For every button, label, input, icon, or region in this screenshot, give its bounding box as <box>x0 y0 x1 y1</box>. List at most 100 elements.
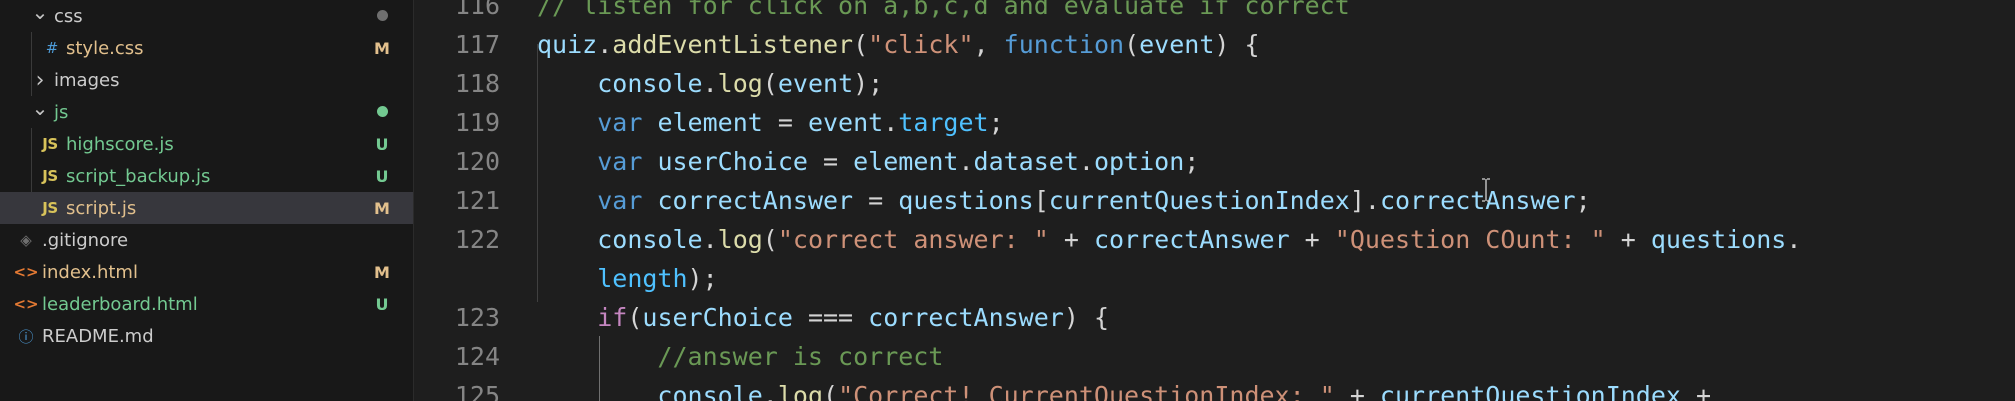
chevron-down-icon: ⌄ <box>31 0 49 24</box>
code-text[interactable]: console.log(event); <box>537 64 883 103</box>
line-number: 120 <box>454 147 500 176</box>
explorer-item-index-html[interactable]: <> index.html M <box>0 256 413 288</box>
indent-guide <box>599 336 600 401</box>
code-token: ( <box>823 381 839 401</box>
code-text[interactable]: //answer is correct <box>537 337 943 376</box>
line-number: 122 <box>454 225 500 254</box>
explorer-item-script-backup-js[interactable]: JS script_backup.js U <box>0 160 413 192</box>
js-file-icon: JS <box>42 135 58 153</box>
explorer-item-label: index.html <box>42 261 138 283</box>
code-token: "Correct! CurrentQuestionIndex: " <box>838 381 1335 401</box>
git-status-badge: U <box>375 294 389 314</box>
code-text[interactable]: length); <box>537 259 718 298</box>
explorer-item-label: leaderboard.html <box>42 293 198 315</box>
code-token: = <box>853 186 899 215</box>
code-text[interactable]: var correctAnswer = questions[currentQue… <box>537 181 1590 220</box>
code-token: questions <box>1650 225 1787 254</box>
code-token: target <box>898 108 989 137</box>
code-line[interactable]: 116 // listen for click on a,b,c,d and ev… <box>414 0 2015 25</box>
code-line[interactable]: 122 console.log("correct answer: " + cor… <box>414 220 2015 259</box>
explorer-item-leaderboard-html[interactable]: <> leaderboard.html U <box>0 288 413 320</box>
explorer-item-label: README.md <box>42 325 154 347</box>
code-token: currentQuestionIndex <box>1048 186 1350 215</box>
code-token: ) { <box>1214 30 1260 59</box>
line-number: 124 <box>454 342 500 371</box>
code-token: element <box>657 108 763 137</box>
git-status-badge: M <box>374 198 390 218</box>
code-token: log <box>777 381 823 401</box>
explorer-item-label: style.css <box>66 37 144 59</box>
code-token: ) { <box>1063 303 1109 332</box>
explorer-item-readme-md[interactable]: ⓘ README.md <box>0 320 413 352</box>
code-token: + <box>1334 381 1380 401</box>
code-line[interactable]: 120 var userChoice = element.dataset.opt… <box>414 142 2015 181</box>
code-token: , <box>973 30 1004 59</box>
explorer-item-css[interactable]: ⌄ css <box>0 0 413 32</box>
info-file-icon: ⓘ <box>18 327 34 346</box>
js-file-icon: JS <box>42 199 58 217</box>
explorer-item-style-css[interactable]: # style.css M <box>0 32 413 64</box>
code-line[interactable]: 125 console.log("Correct! CurrentQuestio… <box>414 376 2015 401</box>
code-token: event <box>807 108 884 137</box>
explorer-item-js[interactable]: ⌄ js <box>0 96 413 128</box>
code-token: correctAnswer <box>868 303 1064 332</box>
code-editor[interactable]: 116 // listen for click on a,b,c,d and ev… <box>414 0 2015 401</box>
code-text[interactable]: console.log("correct answer: " + correct… <box>537 220 1801 259</box>
code-text[interactable]: quiz.addEventListener("click", function(… <box>537 25 1260 64</box>
explorer-item-images[interactable]: › images <box>0 64 413 96</box>
code-line[interactable]: 124 //answer is correct <box>414 337 2015 376</box>
git-status-badge: U <box>375 134 389 154</box>
code-text[interactable]: // listen for click on a,b,c,d and evalu… <box>537 0 1350 25</box>
code-text[interactable]: var element = event.target; <box>537 103 1004 142</box>
code-token: . <box>1078 147 1094 176</box>
code-text[interactable]: if(userChoice === correctAnswer) { <box>537 298 1109 337</box>
code-token: ( <box>762 69 778 98</box>
code-text[interactable]: console.log("Correct! CurrentQuestionInd… <box>537 376 1711 401</box>
code-token: . <box>762 381 778 401</box>
code-line[interactable]: 121 var correctAnswer = questions[curren… <box>414 181 2015 220</box>
code-line[interactable]: 118 console.log(event); <box>414 64 2015 103</box>
line-number: 116 <box>454 0 500 20</box>
file-explorer: ⌄ css # style.css M › images ⌄ js JS highscore.js U… <box>0 0 414 401</box>
code-token: = <box>807 147 854 176</box>
explorer-item-label: .gitignore <box>42 229 129 251</box>
explorer-item-script-js[interactable]: JS script.js M <box>0 192 413 224</box>
explorer-item-label: css <box>54 5 83 27</box>
explorer-item-highscore-js[interactable]: JS highscore.js U <box>0 128 413 160</box>
code-token: userChoice <box>657 147 808 176</box>
code-token: console <box>657 381 763 401</box>
line-number: 119 <box>454 108 500 137</box>
line-number: 125 <box>454 381 500 401</box>
code-token: === <box>792 303 869 332</box>
code-line[interactable]: 117 quiz.addEventListener("click", functi… <box>414 25 2015 64</box>
code-token: ); <box>687 264 718 293</box>
code-token: + <box>1605 225 1651 254</box>
text-cursor-ibeam <box>1481 178 1491 202</box>
code-token: ); <box>853 69 884 98</box>
code-token: quiz <box>537 30 598 59</box>
code-token: var <box>597 147 643 176</box>
code-line[interactable]: 123 if(userChoice === correctAnswer) { <box>414 298 2015 337</box>
code-text[interactable]: var userChoice = element.dataset.option; <box>537 142 1199 181</box>
code-token: ( <box>627 303 643 332</box>
code-token: . <box>702 69 718 98</box>
code-token: ; <box>988 108 1004 137</box>
code-token: "click" <box>868 30 974 59</box>
code-line[interactable]: length); <box>414 259 2015 298</box>
indent-guide <box>537 44 538 302</box>
explorer-item-gitignore[interactable]: ◈ .gitignore <box>0 224 413 256</box>
git-status-badge: M <box>374 38 390 58</box>
code-token: ; <box>1184 147 1200 176</box>
code-line[interactable]: 119 var element = event.target; <box>414 103 2015 142</box>
chevron-down-icon: ⌄ <box>31 96 49 120</box>
code-token: event <box>777 69 854 98</box>
git-status-dot <box>377 10 388 21</box>
